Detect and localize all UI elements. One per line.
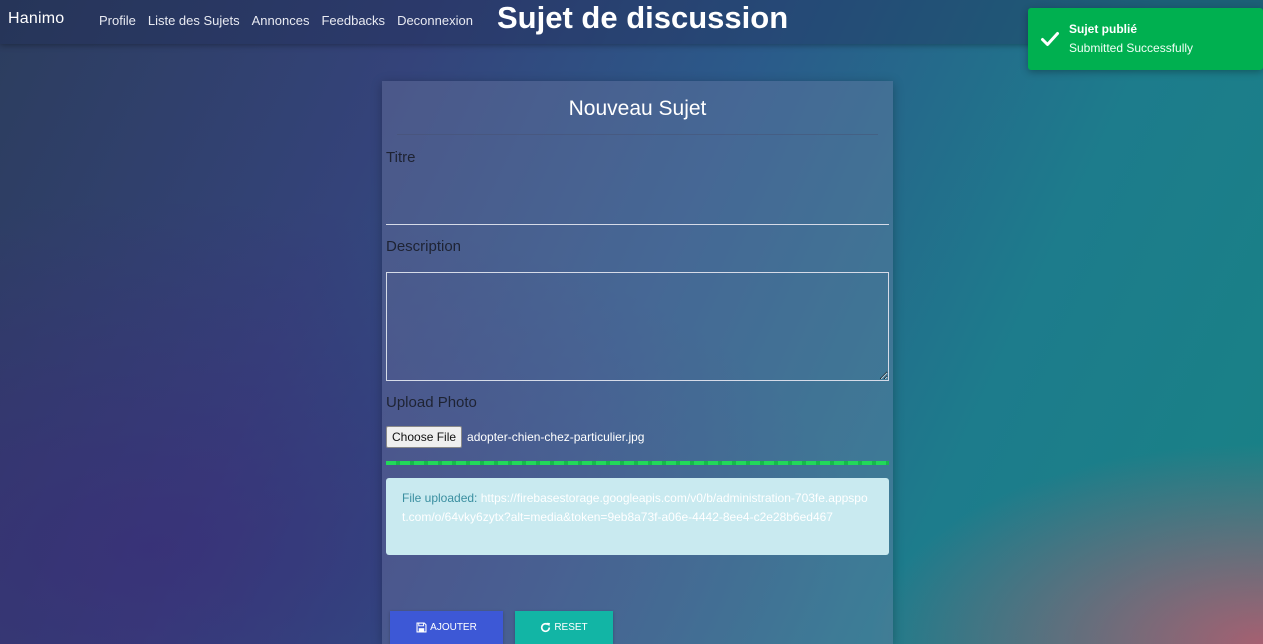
page-heading: Sujet de discussion	[497, 0, 789, 35]
nav-link-profile[interactable]: Profile	[99, 13, 136, 28]
nav-links: Profile Liste des Sujets Annonces Feedba…	[99, 13, 473, 28]
card-divider	[397, 134, 878, 135]
selected-file-name: adopter-chien-chez-particulier.jpg	[467, 430, 645, 444]
toast-title: Sujet publié	[1069, 22, 1138, 36]
nav-link-liste-des-sujets[interactable]: Liste des Sujets	[148, 13, 240, 28]
save-icon	[416, 622, 427, 633]
upload-progress-fill	[386, 461, 889, 465]
titre-input[interactable]	[386, 181, 889, 225]
card-title: Nouveau Sujet	[568, 97, 707, 120]
nav-link-deconnexion[interactable]: Deconnexion	[397, 13, 473, 28]
check-icon	[1041, 32, 1059, 46]
brand-link[interactable]: Hanimo	[8, 10, 64, 28]
success-toast[interactable]: Sujet publié Submitted Successfully	[1028, 8, 1263, 70]
upload-success-alert: File uploaded: https://firebasestorage.g…	[386, 478, 889, 555]
choose-file-button[interactable]: Choose File	[386, 426, 463, 448]
file-input: Choose File adopter-chien-chez-particuli…	[386, 426, 644, 448]
upload-photo-label: Upload Photo	[386, 394, 477, 411]
description-label: Description	[386, 238, 462, 255]
nav-link-annonces[interactable]: Annonces	[252, 13, 310, 28]
titre-label: Titre	[386, 149, 416, 166]
reset-label: RESET	[554, 622, 588, 633]
nav-link-feedbacks[interactable]: Feedbacks	[321, 13, 385, 28]
ajouter-button[interactable]: AJOUTER	[390, 611, 503, 644]
new-topic-card: Nouveau Sujet Titre Description Upload P…	[382, 81, 893, 644]
upload-progress-bar	[386, 461, 889, 465]
description-textarea[interactable]	[386, 272, 889, 381]
reset-button[interactable]: RESET	[515, 611, 613, 644]
toast-message: Submitted Successfully	[1069, 41, 1194, 55]
refresh-icon	[541, 622, 551, 633]
ajouter-label: AJOUTER	[430, 622, 477, 633]
alert-prefix: File uploaded:	[402, 491, 478, 505]
